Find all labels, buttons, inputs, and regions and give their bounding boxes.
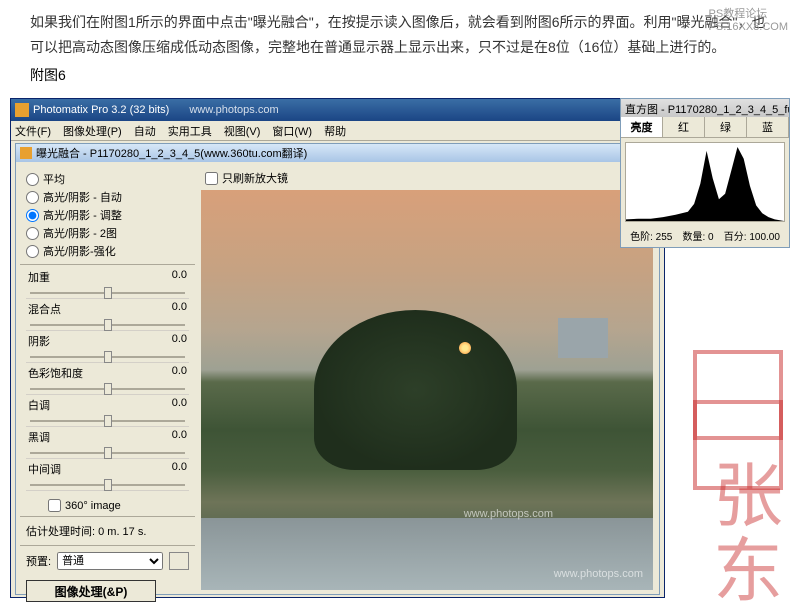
info-level: 色阶: 255 [630,228,672,243]
slider-track[interactable] [26,415,189,427]
tab-green[interactable]: 绿 [705,117,747,137]
slider-row: 中间调 0.0 [26,459,189,491]
slider-label: 加重 [28,269,50,285]
preview-building [558,318,608,358]
slider-thumb[interactable] [104,479,112,491]
tab-blue[interactable]: 蓝 [747,117,789,137]
method-radios: 平均 高光/阴影 - 自动 高光/阴影 - 调整 高光/阴影 - 2图 高光/阴… [20,166,195,265]
process-button[interactable]: 图像处理(&P) [26,580,156,602]
slider-row: 白调 0.0 [26,395,189,427]
slider-track[interactable] [26,383,189,395]
inner-icon [20,147,32,159]
radio-auto[interactable]: 高光/阴影 - 自动 [26,188,189,206]
titlebar[interactable]: Photomatix Pro 3.2 (32 bits) www.photops… [11,99,664,121]
slider-row: 加重 0.0 [26,267,189,299]
slider-thumb[interactable] [104,351,112,363]
radio-adjust[interactable]: 高光/阴影 - 调整 [26,206,189,224]
slider-label: 中间调 [28,461,61,477]
slider-label: 混合点 [28,301,61,317]
info-count: 数量: 0 [682,228,713,243]
slider-label: 阴影 [28,333,50,349]
slider-thumb[interactable] [104,415,112,427]
page-watermark: PS教程论坛 PS.16XX8.COM [709,5,788,33]
slider-label: 白调 [28,397,50,413]
fusion-panel: 曝光融合 - P1170280_1_2_3_4_5(www.360tu.com翻… [15,143,660,595]
slider-row: 黑调 0.0 [26,427,189,459]
menu-auto[interactable]: 自动 [134,123,156,139]
slider-track[interactable] [26,479,189,491]
menu-file[interactable]: 文件(F) [15,123,51,139]
preview-area: 只刷新放大镜 www.photops.com www.photops.com [199,166,655,590]
slider-value: 0.0 [172,269,187,285]
slider-label: 黑调 [28,429,50,445]
preview-sun [459,342,471,354]
slider-row: 阴影 0.0 [26,331,189,363]
radio-2img[interactable]: 高光/阴影 - 2图 [26,224,189,242]
app-icon [15,103,29,117]
histogram-info: 色阶: 255 数量: 0 百分: 100.00 [621,226,789,247]
menu-help[interactable]: 帮助 [324,123,346,139]
preset-row: 预置: 普通 [20,545,195,576]
estimated-time: 估计处理时间: 0 m. 17 s. [20,516,195,545]
figure-label: 附图6 [0,65,798,85]
slider-value: 0.0 [172,365,187,381]
menu-view[interactable]: 视图(V) [224,123,261,139]
red-seal-overlay: 张 东 [678,340,798,600]
image-watermark-2: www.photops.com [554,568,643,580]
sliders-group: 加重 0.0 混合点 0.0 阴影 0.0 色彩饱和度 0.0 白调 0.0 黑调 0.0 中间调 0.0 [20,265,195,493]
slider-track[interactable] [26,287,189,299]
controls-panel: 平均 高光/阴影 - 自动 高光/阴影 - 调整 高光/阴影 - 2图 高光/阴… [20,166,195,590]
slider-value: 0.0 [172,301,187,317]
preview-hill [314,310,517,470]
slider-track[interactable] [26,447,189,459]
menubar: 文件(F) 图像处理(P) 自动 实用工具 视图(V) 窗口(W) 帮助 [11,121,664,141]
preset-label: 预置: [26,553,51,569]
radio-average[interactable]: 平均 [26,170,189,188]
preset-select[interactable]: 普通 [57,552,163,570]
checkbox-360[interactable]: 360° image [20,493,195,516]
window-title: Photomatix Pro 3.2 (32 bits) [33,104,169,116]
inner-title-text: 曝光融合 - P1170280_1_2_3_4_5(www.360tu.com翻… [36,145,307,161]
histogram-window: 直方图 - P1170280_1_2_3_4_5_fused(www.36...… [620,98,790,248]
slider-label: 色彩饱和度 [28,365,83,381]
menu-process[interactable]: 图像处理(P) [63,123,122,139]
slider-thumb[interactable] [104,447,112,459]
photomatix-window: Photomatix Pro 3.2 (32 bits) www.photops… [10,98,665,598]
menu-window[interactable]: 窗口(W) [272,123,312,139]
histogram-title[interactable]: 直方图 - P1170280_1_2_3_4_5_fused(www.36... [621,99,789,117]
inner-titlebar[interactable]: 曝光融合 - P1170280_1_2_3_4_5(www.360tu.com翻… [16,144,659,162]
image-watermark-1: www.photops.com [464,508,553,520]
slider-thumb[interactable] [104,287,112,299]
magnifier-checkbox[interactable]: 只刷新放大镜 [201,168,653,188]
title-url: www.photops.com [189,104,278,116]
slider-thumb[interactable] [104,383,112,395]
slider-track[interactable] [26,319,189,331]
slider-track[interactable] [26,351,189,363]
tab-red[interactable]: 红 [663,117,705,137]
preset-save-button[interactable] [169,552,189,570]
histogram-tabs: 亮度 红 绿 蓝 [621,117,789,138]
menu-utils[interactable]: 实用工具 [168,123,212,139]
radio-intensive[interactable]: 高光/阴影-强化 [26,242,189,260]
preview-image: www.photops.com www.photops.com [201,190,653,590]
slider-value: 0.0 [172,461,187,477]
tab-luminance[interactable]: 亮度 [621,117,663,137]
slider-row: 色彩饱和度 0.0 [26,363,189,395]
slider-value: 0.0 [172,333,187,349]
slider-thumb[interactable] [104,319,112,331]
slider-value: 0.0 [172,429,187,445]
slider-row: 混合点 0.0 [26,299,189,331]
slider-value: 0.0 [172,397,187,413]
article-paragraph: 如果我们在附图1所示的界面中点击"曝光融合"，在按提示读入图像后，就会看到附图6… [0,0,798,65]
info-percent: 百分: 100.00 [724,228,780,243]
histogram-chart [625,142,785,222]
